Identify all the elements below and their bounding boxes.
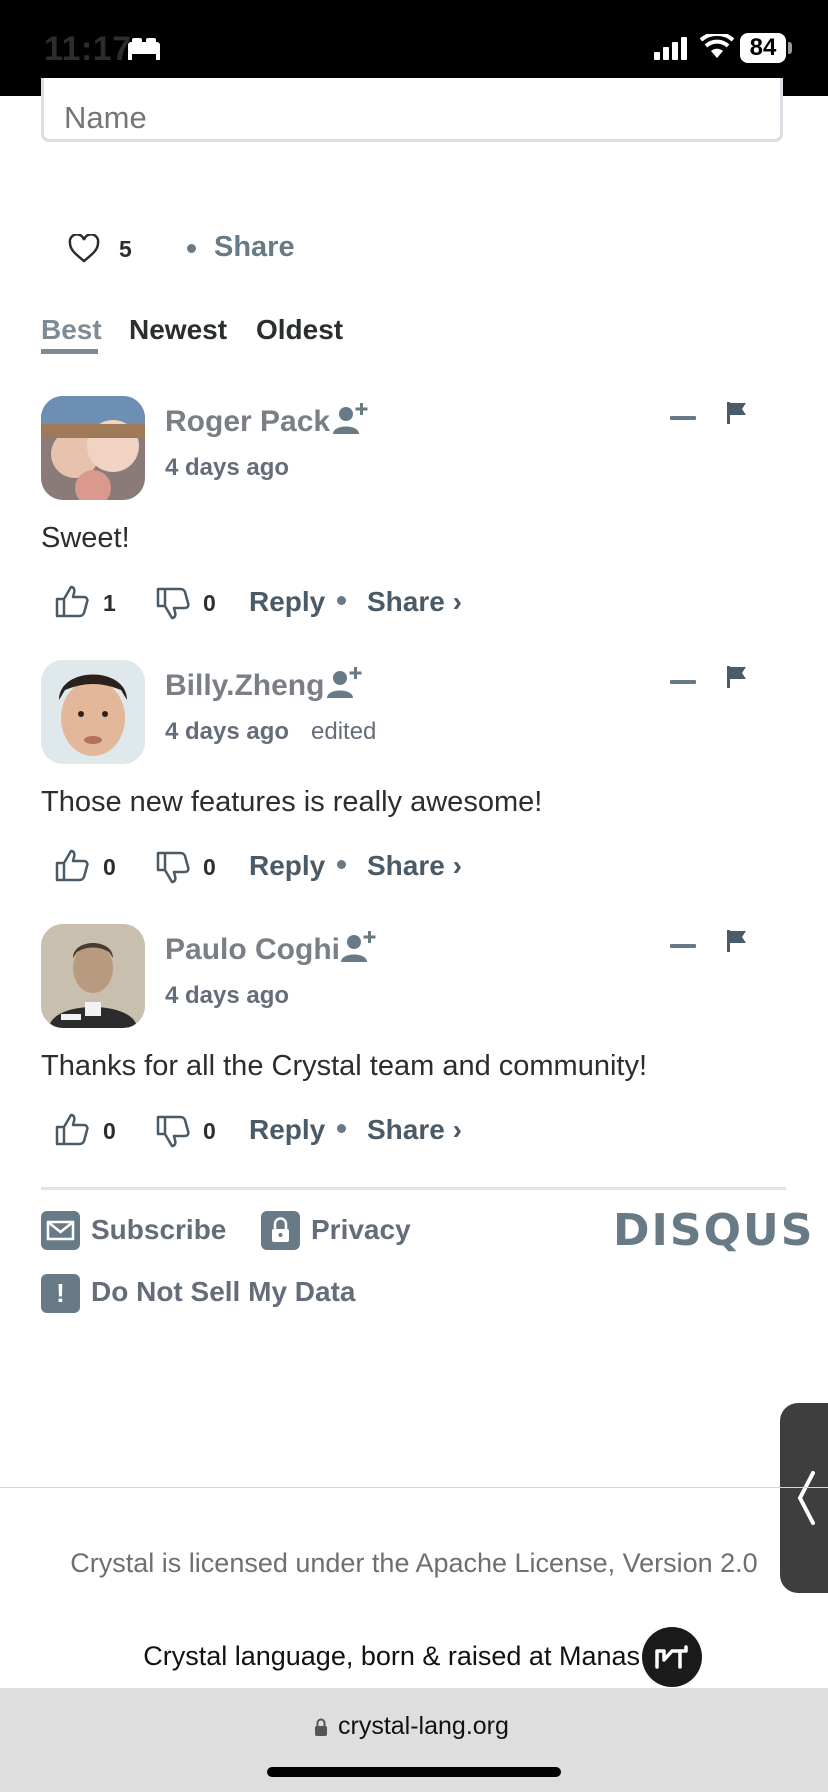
comment-author[interactable]: Paulo Coghi [165,933,340,967]
manas-credit[interactable]: Crystal language, born & raised at Manas [60,1641,640,1672]
upvote-count: 0 [103,1118,116,1144]
avatar[interactable] [41,660,145,764]
upvote-icon[interactable] [55,584,89,618]
comment-text: Sweet! [41,522,130,554]
thread-share-button[interactable]: Share [214,231,295,264]
reply-button[interactable]: Reply [249,586,325,618]
like-count: 5 [119,236,132,262]
collapse-icon[interactable] [670,944,696,948]
comment-timestamp[interactable]: 4 days ago [165,718,289,746]
share-button[interactable]: Share › [367,1114,462,1146]
upvote-icon[interactable] [55,1112,89,1146]
reply-button[interactable]: Reply [249,850,325,882]
flag-icon[interactable] [727,402,747,424]
do-not-sell-link[interactable]: Do Not Sell My Data [91,1276,355,1308]
envelope-icon[interactable] [41,1211,80,1250]
tab-oldest[interactable]: Oldest [256,314,343,346]
follow-user-icon[interactable] [333,402,369,436]
separator-dot [337,860,346,869]
separator-dot [187,244,196,253]
name-input[interactable] [41,78,783,142]
battery-tip [788,42,792,54]
battery-level: 84 [740,33,786,63]
flag-icon[interactable] [727,666,747,688]
downvote-count: 0 [203,590,216,616]
flag-icon[interactable] [727,930,747,952]
comment-timestamp[interactable]: 4 days ago [165,454,289,482]
comment-text: Thanks for all the Crystal team and comm… [41,1050,648,1082]
reply-button[interactable]: Reply [249,1114,325,1146]
separator-dot [337,1124,346,1133]
avatar[interactable] [41,924,145,1028]
lock-icon[interactable] [261,1211,300,1250]
subscribe-link[interactable]: Subscribe [91,1214,226,1246]
comment-text: Those new features is really awesome! [41,786,543,818]
home-indicator[interactable] [267,1767,561,1777]
edited-label: edited [311,718,377,745]
downvote-icon[interactable] [156,1115,190,1149]
page-footer-divider [0,1487,828,1488]
downvote-count: 0 [203,1118,216,1144]
downvote-count: 0 [203,854,216,880]
active-tab-indicator [41,349,98,354]
tab-newest[interactable]: Newest [129,314,227,346]
disqus-footer-divider [41,1187,786,1190]
wifi-icon [700,34,734,58]
license-text: Crystal is licensed under the Apache Lic… [70,1548,758,1578]
status-time: 11:17 [44,30,132,68]
tab-best[interactable]: Best [41,314,102,346]
downvote-icon[interactable] [156,851,190,885]
heart-icon[interactable] [68,234,100,264]
separator-dot [337,596,346,605]
comment-author[interactable]: Billy.Zheng [165,669,324,703]
upvote-count: 1 [103,590,116,616]
chevron-left-icon[interactable] [796,1470,816,1526]
collapse-icon[interactable] [670,680,696,684]
share-button[interactable]: Share › [367,850,462,882]
manas-logo[interactable] [642,1627,702,1687]
url-text[interactable]: crystal-lang.org [338,1712,509,1741]
exclamation-icon[interactable]: ! [41,1274,80,1313]
follow-user-icon[interactable] [341,930,377,964]
upvote-icon[interactable] [55,848,89,882]
disqus-logo[interactable]: DISQUS [613,1205,814,1256]
downvote-icon[interactable] [156,587,190,621]
upvote-count: 0 [103,854,116,880]
follow-user-icon[interactable] [327,666,363,700]
signal-icon [654,37,687,60]
share-button[interactable]: Share › [367,586,462,618]
privacy-link[interactable]: Privacy [311,1214,411,1246]
sleep-focus-icon [128,38,160,60]
comment-author[interactable]: Roger Pack [165,405,330,439]
comment-timestamp[interactable]: 4 days ago [165,982,289,1010]
collapse-icon[interactable] [670,416,696,420]
lock-icon [315,1718,327,1736]
avatar[interactable] [41,396,145,500]
